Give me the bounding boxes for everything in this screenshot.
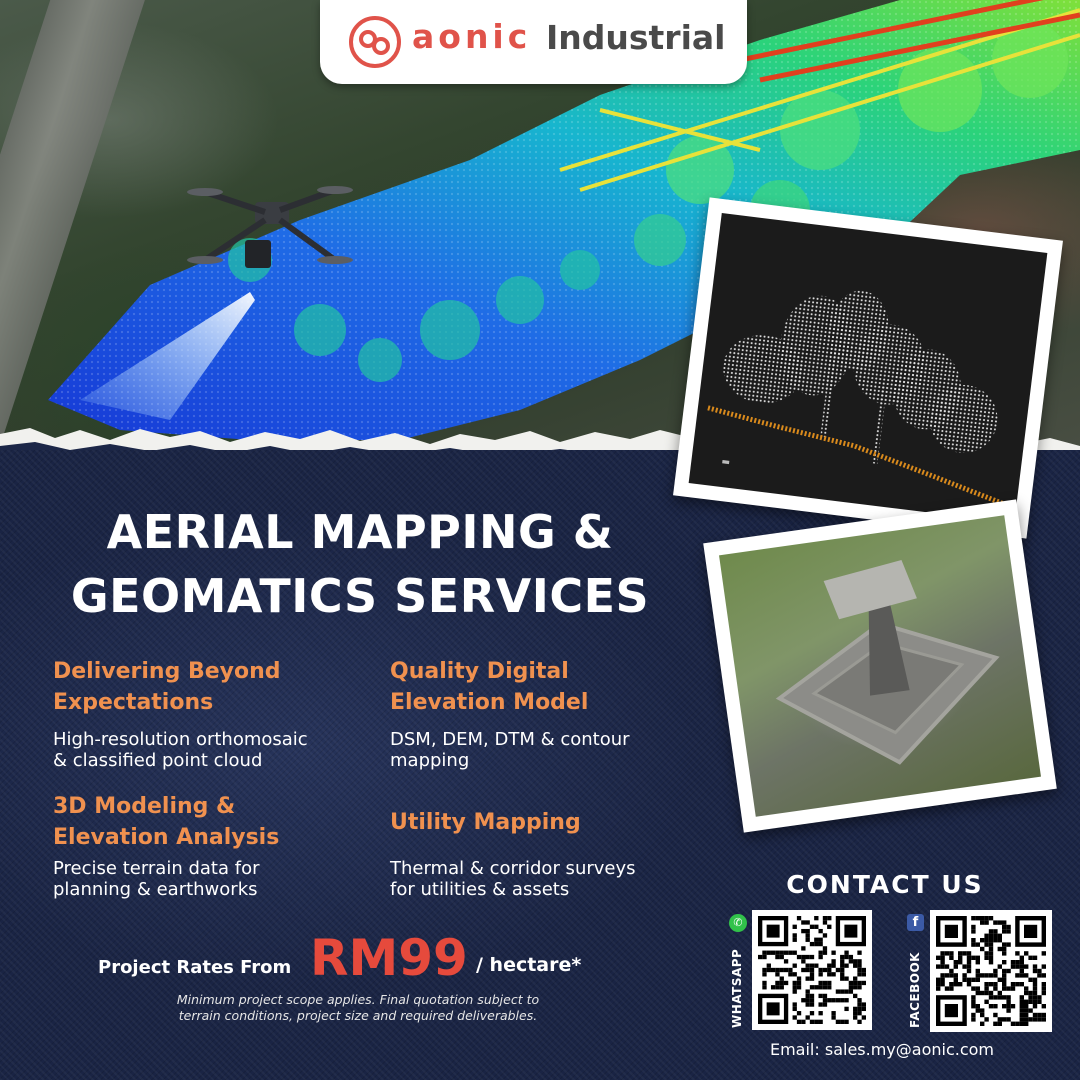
headline-line-1: AERIAL MAPPING & (106, 505, 614, 559)
service-desc-utility: Thermal & corridor surveys for utilities… (390, 858, 636, 900)
scale-label: ▬ (720, 456, 731, 468)
service-desc-dem: DSM, DEM, DTM & contour mapping (390, 729, 630, 771)
point-cloud-photo-card: ▬ (673, 197, 1063, 539)
price-amount: RM99 (310, 929, 468, 987)
contact-heading: CONTACT US (786, 870, 984, 899)
tower-aerial-photo-card (703, 499, 1057, 833)
qr-code-icon (936, 916, 1046, 1026)
service-desc-3d-modeling: Precise terrain data for planning & eart… (53, 858, 260, 900)
price-unit: / hectare* (476, 954, 582, 976)
contact-email[interactable]: Email: sales.my@aonic.com (752, 1040, 1012, 1059)
aonic-logo-icon (349, 16, 401, 68)
facebook-icon: f (907, 914, 924, 931)
qr-code-icon (758, 916, 866, 1024)
service-title-delivering: Delivering Beyond Expectations (53, 659, 281, 715)
tower-aerial-image (719, 515, 1041, 817)
service-title-utility: Utility Mapping (390, 810, 581, 835)
price-disclaimer: Minimum project scope applies. Final quo… (176, 992, 540, 1023)
facebook-label: FACEBOOK (908, 952, 922, 1028)
brand-division: Industrial (546, 18, 726, 57)
headline-line-2: GEOMATICS SERVICES (70, 569, 650, 623)
whatsapp-icon: ✆ (729, 914, 747, 932)
service-title-dem: Quality Digital Elevation Model (390, 659, 589, 715)
headline: AERIAL MAPPING & GEOMATICS SERVICES (20, 500, 700, 628)
pricing-row: Project Rates From RM99 / hectare* (98, 930, 638, 986)
point-cloud-profile-image: ▬ (688, 213, 1048, 523)
price-prefix: Project Rates From (98, 957, 292, 978)
poster: aonic Industrial ▬ AERIAL MAPPING & GEOM… (0, 0, 1080, 1080)
service-desc-delivering: High-resolution orthomosaic & classified… (53, 729, 308, 771)
logo-header: aonic Industrial (320, 0, 747, 84)
brand-wordmark: aonic (412, 17, 532, 56)
facebook-qr-code[interactable] (930, 910, 1052, 1032)
point-cloud-trees (707, 290, 1008, 508)
whatsapp-qr-code[interactable] (752, 910, 872, 1030)
whatsapp-label: WHATSAPP (730, 948, 744, 1028)
service-title-3d-modeling: 3D Modeling & Elevation Analysis (53, 794, 280, 850)
